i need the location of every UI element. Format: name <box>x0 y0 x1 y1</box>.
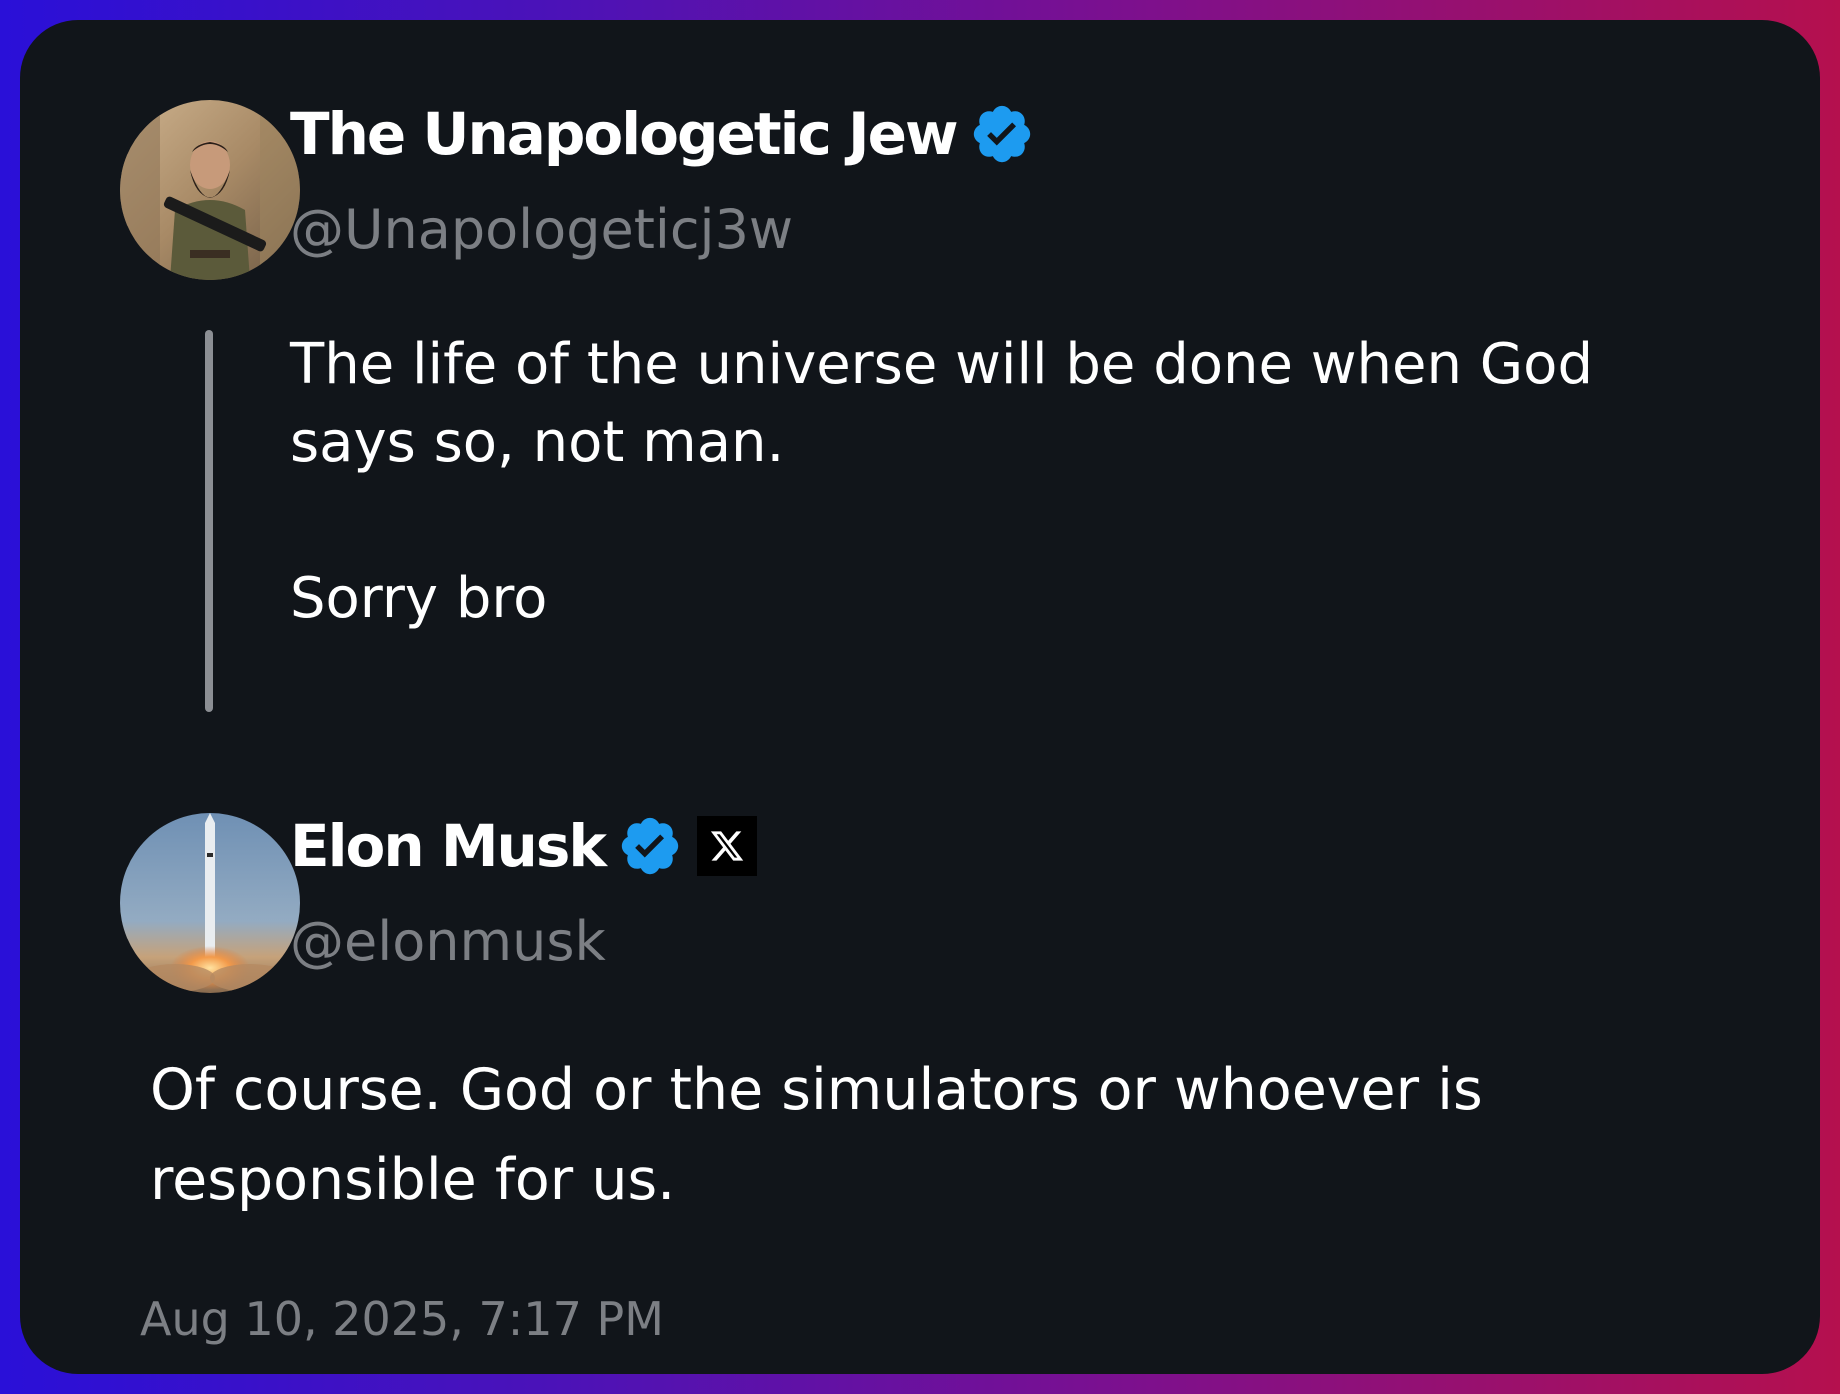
avatar-bearded-man-icon[interactable] <box>120 100 300 280</box>
verified-badge-icon <box>617 813 683 879</box>
thread-connector-line <box>205 330 213 712</box>
reply-author-handle[interactable]: @elonmusk <box>290 915 606 969</box>
tweet-card: The Unapologetic Jew @Unapologeticj3w Th… <box>20 20 1820 1374</box>
parent-author-row: The Unapologetic Jew <box>290 101 1035 167</box>
parent-author-name[interactable]: The Unapologetic Jew <box>290 105 959 163</box>
parent-tweet-text-line: Sorry bro <box>290 566 548 631</box>
reply-author-name[interactable]: Elon Musk <box>290 817 607 875</box>
avatar-rocket-launch-icon[interactable] <box>120 813 300 993</box>
parent-author-handle[interactable]: @Unapologeticj3w <box>290 203 793 257</box>
reply-tweet-text: Of course. God or the simulators or whoe… <box>150 1057 1483 1213</box>
parent-tweet-text-line: The life of the universe will be done wh… <box>290 332 1593 475</box>
verified-badge-icon <box>969 101 1035 167</box>
tweet-timestamp[interactable]: Aug 10, 2025, 7:17 PM <box>140 1296 664 1342</box>
reply-author-row: Elon Musk <box>290 813 757 879</box>
x-logo-icon[interactable] <box>696 816 757 876</box>
parent-tweet-text: The life of the universe will be done wh… <box>290 326 1660 638</box>
